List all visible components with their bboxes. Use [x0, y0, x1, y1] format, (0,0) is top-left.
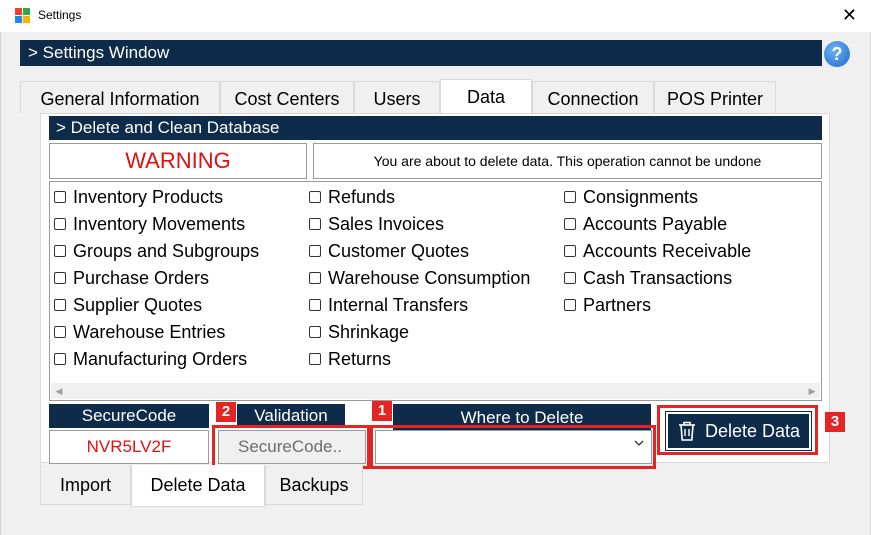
- app-icon: [15, 8, 31, 24]
- checkbox-square[interactable]: [54, 353, 66, 365]
- checkbox-square[interactable]: [54, 326, 66, 338]
- title-bar: Settings ✕: [0, 0, 871, 32]
- data-category-list: Inventory Products Inventory Movements G…: [49, 181, 822, 401]
- checkbox-customer-quotes[interactable]: Customer Quotes: [309, 240, 469, 262]
- tab-backups[interactable]: Backups: [265, 465, 363, 505]
- tab-users[interactable]: Users: [354, 81, 440, 113]
- tab-general-information[interactable]: General Information: [20, 81, 220, 113]
- checkbox-supplier-quotes[interactable]: Supplier Quotes: [54, 294, 202, 316]
- help-icon[interactable]: ?: [824, 41, 850, 67]
- close-icon[interactable]: ✕: [842, 5, 857, 25]
- checkbox-label: Sales Invoices: [328, 213, 445, 234]
- scroll-left-icon[interactable]: ◀: [51, 383, 67, 399]
- annotation-badge-3: 3: [825, 412, 845, 432]
- checkbox-label: Internal Transfers: [328, 294, 469, 315]
- highlight-delete-button: [657, 405, 818, 455]
- annotation-badge-1: 1: [372, 401, 392, 421]
- annotation-badge-2: 2: [216, 402, 236, 422]
- securecode-label: SecureCode: [49, 404, 209, 428]
- checkbox-square[interactable]: [564, 299, 576, 311]
- tab-data[interactable]: Data: [440, 79, 532, 113]
- checkbox-accounts-payable[interactable]: Accounts Payable: [564, 213, 727, 235]
- checkbox-warehouse-entries[interactable]: Warehouse Entries: [54, 321, 225, 343]
- checkbox-label: Refunds: [328, 186, 396, 207]
- checkbox-square[interactable]: [309, 353, 321, 365]
- checkbox-groups-subgroups[interactable]: Groups and Subgroups: [54, 240, 259, 262]
- checkbox-square[interactable]: [564, 272, 576, 284]
- checkbox-shrinkage[interactable]: Shrinkage: [309, 321, 409, 343]
- horizontal-scrollbar[interactable]: ◀ ▶: [51, 383, 820, 399]
- checkbox-square[interactable]: [309, 299, 321, 311]
- highlight-where-to-delete: [370, 425, 656, 469]
- settings-window-header: > Settings Window: [20, 40, 822, 66]
- checkbox-label: Manufacturing Orders: [73, 348, 248, 369]
- checkbox-square[interactable]: [564, 245, 576, 257]
- checkbox-refunds[interactable]: Refunds: [309, 186, 395, 208]
- highlight-validation: [212, 425, 370, 469]
- scroll-right-icon[interactable]: ▶: [804, 383, 820, 399]
- window-title: Settings: [38, 8, 82, 22]
- checkbox-partners[interactable]: Partners: [564, 294, 651, 316]
- tab-connection[interactable]: Connection: [532, 81, 654, 113]
- checkbox-label: Accounts Receivable: [583, 240, 752, 261]
- checkbox-label: Customer Quotes: [328, 240, 470, 261]
- checkbox-cash-transactions[interactable]: Cash Transactions: [564, 267, 732, 289]
- checkbox-square[interactable]: [54, 245, 66, 257]
- checkbox-manufacturing-orders[interactable]: Manufacturing Orders: [54, 348, 247, 370]
- tab-delete-data[interactable]: Delete Data: [131, 465, 265, 507]
- delete-clean-section-header: > Delete and Clean Database: [49, 116, 822, 140]
- checkbox-inventory-movements[interactable]: Inventory Movements: [54, 213, 245, 235]
- checkbox-label: Inventory Products: [73, 186, 224, 207]
- checkbox-label: Supplier Quotes: [73, 294, 203, 315]
- checkbox-inventory-products[interactable]: Inventory Products: [54, 186, 223, 208]
- checkbox-square[interactable]: [309, 191, 321, 203]
- checkbox-square[interactable]: [54, 218, 66, 230]
- checkbox-label: Groups and Subgroups: [73, 240, 260, 261]
- checkbox-label: Inventory Movements: [73, 213, 246, 234]
- checkbox-label: Warehouse Entries: [73, 321, 226, 342]
- tab-pos-printer[interactable]: POS Printer: [654, 81, 776, 113]
- checkbox-label: Purchase Orders: [73, 267, 210, 288]
- checkbox-consignments[interactable]: Consignments: [564, 186, 698, 208]
- checkbox-square[interactable]: [309, 326, 321, 338]
- checkbox-sales-invoices[interactable]: Sales Invoices: [309, 213, 444, 235]
- tab-cost-centers[interactable]: Cost Centers: [220, 81, 354, 113]
- checkbox-label: Warehouse Consumption: [328, 267, 531, 288]
- warning-label: WARNING: [49, 143, 307, 179]
- checkbox-label: Accounts Payable: [583, 213, 728, 234]
- checkbox-square[interactable]: [54, 299, 66, 311]
- checkbox-label: Consignments: [583, 186, 699, 207]
- checkbox-label: Partners: [583, 294, 652, 315]
- checkbox-purchase-orders[interactable]: Purchase Orders: [54, 267, 209, 289]
- tab-import[interactable]: Import: [40, 465, 131, 505]
- checkbox-warehouse-consumption[interactable]: Warehouse Consumption: [309, 267, 530, 289]
- checkbox-accounts-receivable[interactable]: Accounts Receivable: [564, 240, 751, 262]
- checkbox-square[interactable]: [309, 245, 321, 257]
- checkbox-square[interactable]: [54, 272, 66, 284]
- checkbox-square[interactable]: [309, 218, 321, 230]
- checkbox-square[interactable]: [564, 218, 576, 230]
- warning-message: You are about to delete data. This opera…: [313, 143, 822, 179]
- checkbox-square[interactable]: [564, 191, 576, 203]
- checkbox-returns[interactable]: Returns: [309, 348, 391, 370]
- checkbox-square[interactable]: [309, 272, 321, 284]
- checkbox-label: Returns: [328, 348, 392, 369]
- checkbox-label: Shrinkage: [328, 321, 410, 342]
- securecode-value: NVR5LV2F: [49, 430, 209, 464]
- checkbox-label: Cash Transactions: [583, 267, 733, 288]
- checkbox-internal-transfers[interactable]: Internal Transfers: [309, 294, 468, 316]
- checkbox-square[interactable]: [54, 191, 66, 203]
